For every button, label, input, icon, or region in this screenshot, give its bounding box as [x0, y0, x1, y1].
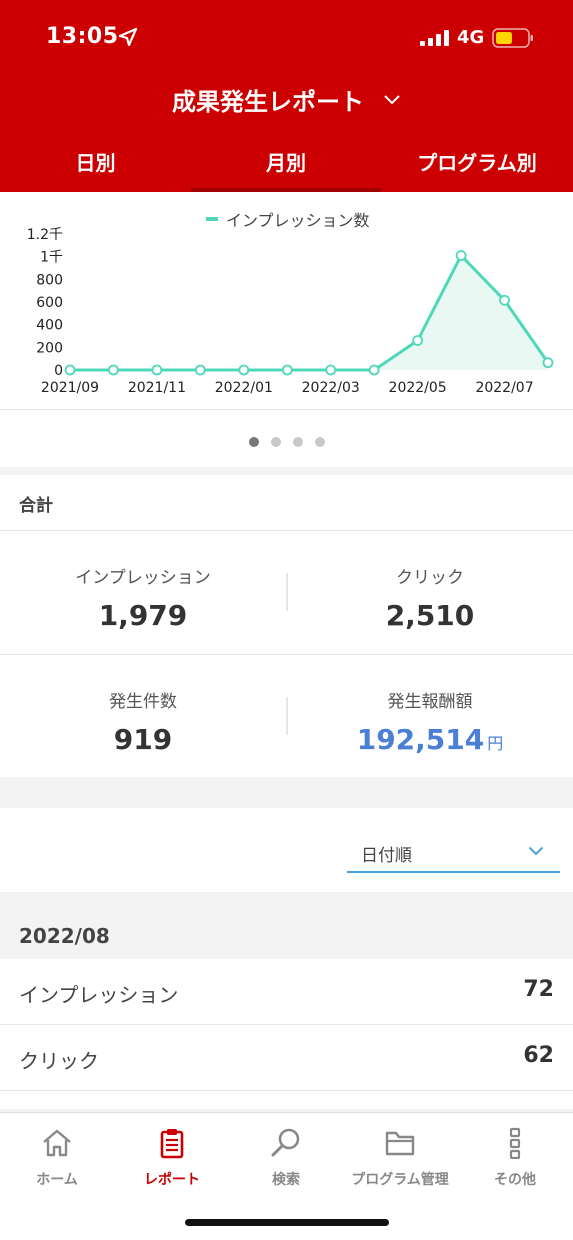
pager-dot[interactable]	[314, 437, 325, 447]
x-tick-label: 2021/11	[128, 380, 186, 396]
tab-monthly[interactable]: 月別	[191, 140, 381, 192]
divider	[0, 654, 573, 655]
status-time: 13:05	[46, 24, 119, 49]
data-point	[368, 364, 380, 376]
app-header: 13:05 4G 成果発生レポート 日別 月別 プログラム別	[0, 0, 573, 192]
nav-label: その他	[494, 1172, 536, 1188]
nav-more[interactable]: その他	[458, 1113, 572, 1203]
home-icon	[43, 1129, 71, 1157]
y-tick-label: 200	[36, 340, 63, 356]
data-point	[455, 250, 467, 261]
location-arrow-icon	[118, 27, 138, 47]
nav-home[interactable]: ホーム	[0, 1113, 114, 1203]
data-point	[108, 364, 119, 376]
nav-label: プログラム管理	[351, 1172, 449, 1188]
chart-pager[interactable]	[0, 432, 573, 447]
divider	[0, 409, 573, 410]
status-bar: 13:05 4G	[0, 0, 573, 76]
report-selector[interactable]: 成果発生レポート	[0, 82, 573, 122]
metric-value-conversions: 919	[113, 723, 173, 756]
data-point	[325, 364, 337, 376]
nav-report[interactable]: レポート	[115, 1113, 229, 1203]
chart-card[interactable]: インプレッション数 0 200 400 600 800 1千 1.2千 2021/09 2021/…	[0, 192, 573, 467]
metric-label-clicks: クリック	[396, 568, 464, 588]
metric-value-reward: 192,514 円	[287, 723, 573, 756]
row-label: インプレッション	[19, 983, 179, 1007]
currency-unit: 円	[487, 734, 504, 753]
nav-label: 検索	[272, 1172, 300, 1188]
chevron-down-icon	[384, 94, 400, 104]
folder-icon	[385, 1131, 415, 1156]
y-tick-label: 0	[54, 363, 63, 379]
month-rows: インプレッション 72 クリック 62	[0, 959, 573, 1109]
metric-label-impressions: インプレッション	[75, 568, 211, 588]
month-header: 2022/08	[19, 924, 110, 948]
data-point	[151, 364, 163, 376]
nav-label: ホーム	[36, 1172, 78, 1188]
y-tick-label: 1.2千	[27, 227, 63, 243]
totals-title: 合計	[19, 496, 53, 516]
row-value: 62	[523, 1043, 554, 1068]
sort-area: 日付順	[0, 808, 573, 892]
search-icon	[271, 1128, 300, 1157]
data-point	[238, 364, 250, 376]
x-tick-label: 2021/09	[41, 380, 99, 396]
page-title: 成果発生レポート	[171, 88, 364, 116]
metric-label-reward: 発生報酬額	[387, 692, 473, 712]
row-label: クリック	[19, 1049, 99, 1073]
data-point	[281, 364, 293, 376]
data-point	[542, 357, 554, 369]
sort-selected-value: 日付順	[361, 846, 412, 866]
tab-by-program[interactable]: プログラム別	[381, 140, 573, 192]
battery-icon	[492, 28, 533, 48]
y-tick-label: 600	[36, 295, 63, 311]
data-point	[499, 294, 510, 306]
table-row: インプレッション 72	[0, 959, 573, 1025]
nav-search[interactable]: 検索	[229, 1113, 343, 1203]
period-tabs: 日別 月別 プログラム別	[0, 140, 573, 192]
signal-strength-icon	[420, 30, 449, 46]
totals-card: 合計 インプレッション 1,979 クリック 2,510 発生件数 919 発生…	[0, 475, 573, 777]
y-tick-label: 400	[36, 318, 63, 334]
x-tick-label: 2022/03	[302, 380, 360, 396]
table-row: クリック 62	[0, 1025, 573, 1091]
data-point	[412, 335, 424, 346]
reward-amount: 192,514	[356, 723, 485, 756]
impressions-chart: インプレッション数 0 200 400 600 800 1千 1.2千 2021/09 2021/…	[27, 211, 554, 396]
clipboard-icon	[160, 1129, 184, 1159]
legend-label: インプレッション数	[226, 211, 370, 230]
y-tick-label: 1千	[40, 250, 63, 266]
x-tick-label: 2022/01	[215, 380, 273, 396]
sort-underline	[347, 871, 560, 873]
row-value: 72	[523, 977, 554, 1002]
y-tick-label: 800	[36, 272, 63, 288]
data-point	[64, 364, 76, 376]
x-tick-label: 2022/07	[475, 380, 533, 396]
pager-dot[interactable]	[292, 437, 303, 447]
pager-dot[interactable]	[270, 437, 281, 447]
chevron-down-icon	[528, 846, 544, 856]
metric-value-clicks: 2,510	[385, 599, 475, 632]
metric-label-conversions: 発生件数	[109, 692, 177, 712]
divider	[0, 530, 573, 531]
pager-dot[interactable]	[248, 437, 259, 447]
more-vertical-icon	[509, 1127, 521, 1159]
nav-label: レポート	[144, 1172, 200, 1188]
network-type: 4G	[457, 27, 485, 48]
nav-program-management[interactable]: プログラム管理	[343, 1113, 457, 1203]
legend-swatch	[206, 217, 218, 221]
x-tick-label: 2022/05	[389, 380, 447, 396]
metric-value-impressions: 1,979	[98, 599, 188, 632]
home-indicator[interactable]	[185, 1219, 389, 1226]
data-point	[194, 364, 206, 376]
tab-daily[interactable]: 日別	[0, 140, 191, 192]
